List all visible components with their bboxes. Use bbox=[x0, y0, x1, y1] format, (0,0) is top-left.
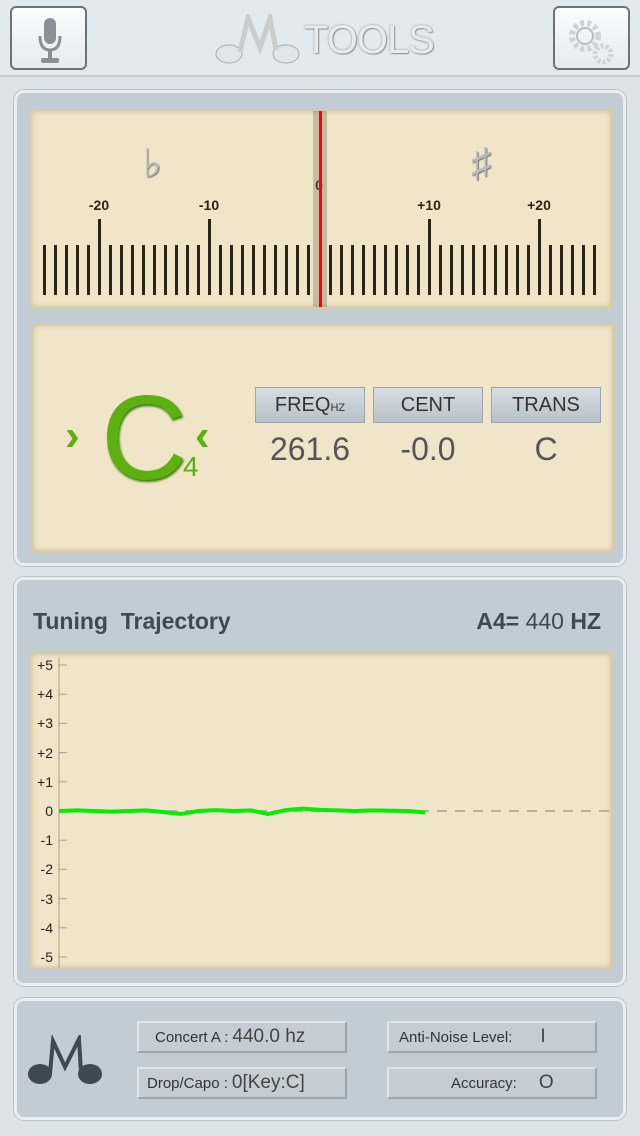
meter-tick bbox=[230, 245, 233, 295]
cent-value: -0.0 bbox=[400, 431, 456, 467]
meter-tick bbox=[593, 245, 596, 295]
meter-tick bbox=[362, 245, 365, 295]
meter-tick bbox=[87, 245, 90, 295]
meter-tick bbox=[483, 245, 486, 295]
cent-header: CENT bbox=[373, 387, 483, 423]
meter-tick bbox=[263, 245, 266, 295]
meter-tick bbox=[252, 245, 255, 295]
meter-tick bbox=[43, 245, 46, 295]
settings-button[interactable] bbox=[553, 6, 630, 70]
meter-tick bbox=[439, 245, 442, 295]
flat-indicator-arrow: › bbox=[65, 411, 80, 460]
settings-panel: Concert A :440.0 hz Drop/Capo :0[Key:C] … bbox=[14, 998, 626, 1120]
anti-noise-field[interactable]: Anti-Noise Level: I bbox=[387, 1021, 597, 1053]
a4-reference: A4= 440 HZ bbox=[476, 608, 601, 634]
meter-tick bbox=[516, 245, 519, 295]
meter-tick bbox=[582, 245, 585, 295]
trans-header: TRANS bbox=[491, 387, 601, 423]
meter-tick bbox=[538, 219, 541, 295]
meter-tick bbox=[274, 245, 277, 295]
meter-tick bbox=[76, 245, 79, 295]
meter-tick bbox=[373, 245, 376, 295]
meter-tick bbox=[417, 245, 420, 295]
meter-tick bbox=[450, 245, 453, 295]
meter-tick bbox=[428, 219, 431, 295]
microphone-icon bbox=[38, 18, 62, 63]
header-bar: TOOLS bbox=[0, 0, 640, 77]
meter-tick bbox=[197, 245, 200, 295]
m-logo-icon bbox=[28, 1035, 102, 1084]
meter-tick bbox=[505, 245, 508, 295]
meter-tick bbox=[307, 245, 310, 295]
meter-tick bbox=[527, 245, 530, 295]
freq-header: FREQ HZ bbox=[255, 387, 365, 423]
logo-text: TOOLS bbox=[304, 17, 435, 62]
meter-tick bbox=[175, 245, 178, 295]
tuner-panel: ♭ ♯ -20 -10 0 +10 +20 › C 4 ‹ FREQHZ CEN… bbox=[14, 90, 626, 566]
sharp-indicator-arrow: ‹ bbox=[195, 411, 210, 460]
meter-tick bbox=[164, 245, 167, 295]
meter-tick bbox=[494, 245, 497, 295]
accuracy-field[interactable]: Accuracy: O bbox=[387, 1067, 597, 1099]
meter-tick bbox=[472, 245, 475, 295]
meter-tick bbox=[186, 245, 189, 295]
meter-tick bbox=[131, 245, 134, 295]
meter-label: -20 bbox=[88, 197, 110, 213]
meter-tick bbox=[560, 245, 563, 295]
meter-tick bbox=[54, 245, 57, 295]
meter-tick bbox=[98, 219, 101, 295]
sharp-symbol: ♯ bbox=[471, 141, 491, 185]
flat-symbol: ♭ bbox=[143, 142, 162, 186]
meter-label: +10 bbox=[417, 197, 441, 213]
meter-label: +20 bbox=[527, 197, 551, 213]
microphone-button[interactable] bbox=[10, 6, 87, 70]
concert-a-field[interactable]: Concert A :440.0 hz bbox=[137, 1021, 347, 1053]
meter-tick bbox=[241, 245, 244, 295]
meter-tick bbox=[109, 245, 112, 295]
meter-tick bbox=[461, 245, 464, 295]
meter-tick bbox=[340, 245, 343, 295]
meter-tick bbox=[296, 245, 299, 295]
trajectory-panel: Tuning Trajectory A4= 440 HZ +5 +4 +3 +2 +1 0… bbox=[14, 577, 626, 986]
meter-tick bbox=[571, 245, 574, 295]
meter-label: -10 bbox=[198, 197, 220, 213]
gears-icon bbox=[569, 20, 614, 65]
tuning-needle bbox=[313, 111, 327, 307]
trajectory-title: Tuning Trajectory bbox=[33, 608, 231, 634]
meter-tick bbox=[384, 245, 387, 295]
meter-tick bbox=[120, 245, 123, 295]
meter-tick bbox=[285, 245, 288, 295]
meter-tick bbox=[153, 245, 156, 295]
note-display: › C 4 ‹ FREQ HZ CENT TRANS 261.6 -0.0 C bbox=[31, 323, 615, 553]
meter-tick bbox=[351, 245, 354, 295]
app-logo: TOOLS bbox=[214, 14, 435, 66]
meter-tick bbox=[329, 245, 332, 295]
meter-tick bbox=[219, 245, 222, 295]
trajectory-plot bbox=[58, 658, 611, 968]
cent-meter: ♭ ♯ -20 -10 0 +10 +20 bbox=[29, 109, 613, 309]
meter-tick bbox=[549, 245, 552, 295]
note-name: C bbox=[101, 371, 188, 505]
freq-value: 261.6 bbox=[269, 431, 351, 467]
meter-tick bbox=[208, 219, 211, 295]
drop-capo-field[interactable]: Drop/Capo :0[Key:C] bbox=[137, 1067, 347, 1099]
meter-tick bbox=[142, 245, 145, 295]
meter-tick bbox=[406, 245, 409, 295]
trajectory-line bbox=[58, 806, 426, 816]
meter-tick bbox=[65, 245, 68, 295]
trajectory-chart: +5 +4 +3 +2 +1 0 -1 -2 -3 -4 -5 bbox=[29, 652, 613, 970]
meter-tick bbox=[395, 245, 398, 295]
trans-value: C bbox=[534, 431, 558, 467]
